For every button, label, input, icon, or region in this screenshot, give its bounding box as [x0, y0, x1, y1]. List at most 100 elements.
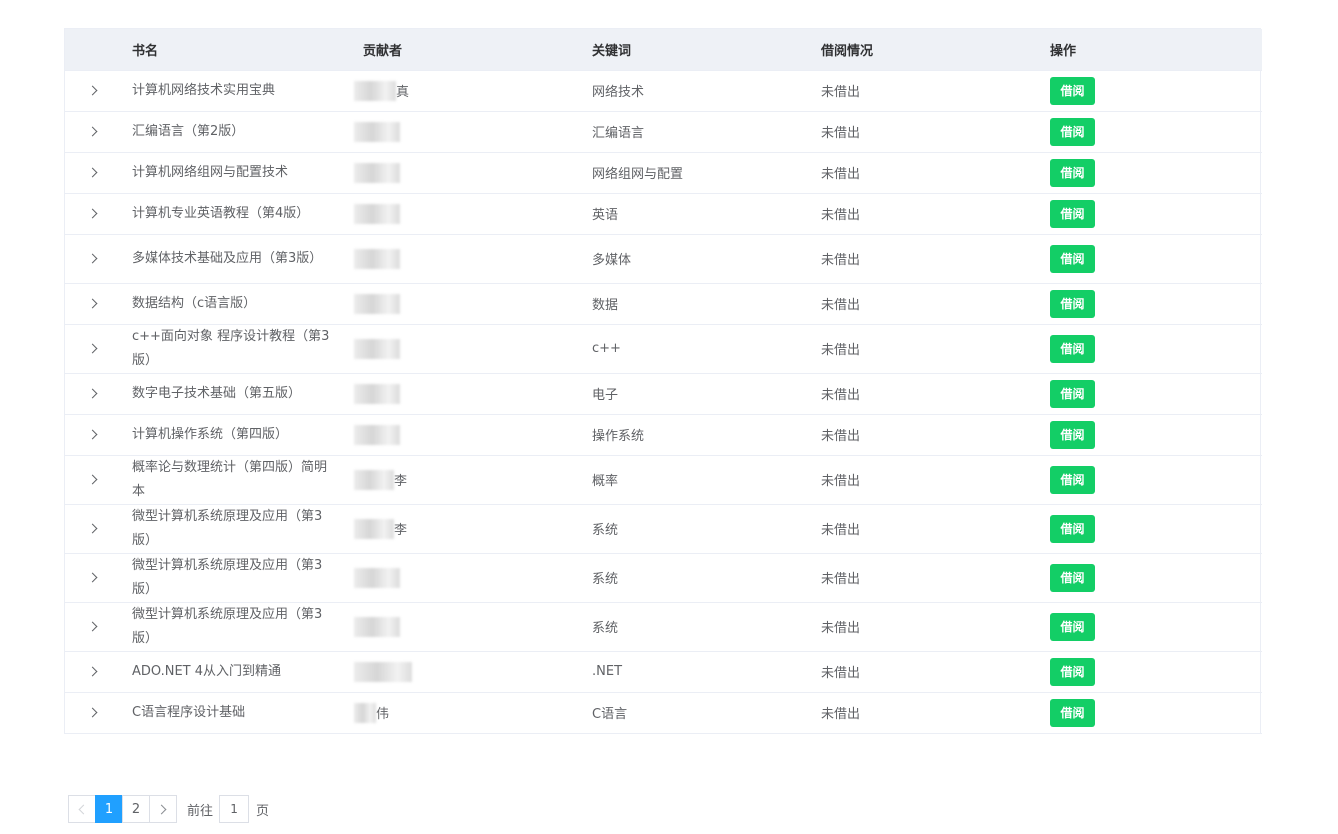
borrow-button[interactable]: 借阅 — [1050, 334, 1095, 363]
expand-column-header — [65, 29, 132, 71]
expand-toggle[interactable] — [65, 298, 132, 309]
contributor-redacted: 李 — [354, 469, 592, 490]
chevron-right-icon — [87, 572, 98, 583]
chevron-right-icon — [87, 208, 98, 219]
column-header-contributor: 贡献者 — [363, 29, 592, 71]
keyword-cell: 英语 — [592, 193, 821, 235]
contributor-visible-text: 李 — [394, 523, 408, 538]
contributor-cell — [354, 553, 592, 603]
expand-toggle[interactable] — [65, 429, 132, 440]
action-cell: 借阅 — [1050, 602, 1262, 652]
goto-page-input[interactable]: 1 — [219, 795, 250, 823]
borrow-button[interactable]: 借阅 — [1050, 199, 1095, 228]
redaction-blur — [354, 424, 400, 445]
expand-cell[interactable] — [65, 152, 132, 194]
table-row: ADO.NET 4从入门到精通 .NET 未借出 借阅 — [65, 651, 1262, 693]
expand-toggle[interactable] — [65, 666, 132, 677]
prev-page-button[interactable] — [68, 795, 96, 823]
expand-cell[interactable] — [65, 193, 132, 235]
expand-toggle[interactable] — [65, 126, 132, 137]
contributor-redacted — [354, 567, 592, 588]
keyword-cell: 数据 — [592, 283, 821, 325]
expand-cell[interactable] — [65, 373, 132, 415]
chevron-right-icon — [156, 804, 167, 814]
borrow-button[interactable]: 借阅 — [1050, 612, 1095, 641]
contributor-redacted — [354, 121, 592, 142]
borrow-button[interactable]: 借阅 — [1050, 244, 1095, 273]
contributor-cell — [354, 651, 592, 693]
contributor-redacted — [354, 293, 592, 314]
contributor-redacted: 李 — [354, 518, 592, 539]
keyword-cell: c++ — [592, 324, 821, 374]
table-row: 数据结构（c语言版） 数据 未借出 借阅 — [65, 283, 1262, 325]
keyword-cell: 系统 — [592, 504, 821, 554]
expand-toggle[interactable] — [65, 343, 132, 354]
status-cell: 未借出 — [821, 692, 1050, 734]
borrow-button[interactable]: 借阅 — [1050, 698, 1095, 727]
contributor-cell — [354, 324, 592, 374]
expand-toggle[interactable] — [65, 388, 132, 399]
keyword-cell: 系统 — [592, 602, 821, 652]
column-header-status: 借阅情况 — [821, 29, 1050, 71]
expand-cell[interactable] — [65, 504, 132, 554]
expand-cell[interactable] — [65, 111, 132, 153]
action-cell: 借阅 — [1050, 504, 1262, 554]
expand-toggle[interactable] — [65, 167, 132, 178]
expand-toggle[interactable] — [65, 85, 132, 96]
expand-toggle[interactable] — [65, 208, 132, 219]
expand-cell[interactable] — [65, 553, 132, 603]
expand-cell[interactable] — [65, 651, 132, 693]
borrow-button[interactable]: 借阅 — [1050, 76, 1095, 105]
chevron-right-icon — [87, 298, 98, 309]
expand-cell[interactable] — [65, 602, 132, 652]
expand-cell[interactable] — [65, 283, 132, 325]
redaction-blur — [354, 383, 400, 404]
borrow-button[interactable]: 借阅 — [1050, 158, 1095, 187]
borrow-button[interactable]: 借阅 — [1050, 379, 1095, 408]
expand-cell[interactable] — [65, 692, 132, 734]
expand-cell[interactable] — [65, 324, 132, 374]
expand-toggle[interactable] — [65, 621, 132, 632]
book-name-cell: 微型计算机系统原理及应用（第3版） — [132, 553, 363, 603]
keyword-cell: 多媒体 — [592, 234, 821, 284]
table-row: 微型计算机系统原理及应用（第3版） 系统 未借出 借阅 — [65, 553, 1262, 603]
borrow-button[interactable]: 借阅 — [1050, 420, 1095, 449]
expand-cell[interactable] — [65, 455, 132, 505]
contributor-cell — [354, 283, 592, 325]
expand-toggle[interactable] — [65, 253, 132, 264]
expand-cell[interactable] — [65, 414, 132, 456]
borrow-button[interactable]: 借阅 — [1050, 117, 1095, 146]
page-button-1[interactable]: 1 — [95, 795, 123, 823]
status-cell: 未借出 — [821, 414, 1050, 456]
chevron-right-icon — [87, 126, 98, 137]
table-row: 数字电子技术基础（第五版） 电子 未借出 借阅 — [65, 373, 1262, 415]
borrow-button[interactable]: 借阅 — [1050, 514, 1095, 543]
action-cell: 借阅 — [1050, 152, 1262, 194]
contributor-visible-text: 真 — [396, 85, 410, 100]
status-cell: 未借出 — [821, 193, 1050, 235]
next-page-button[interactable] — [149, 795, 177, 823]
borrow-button[interactable]: 借阅 — [1050, 289, 1095, 318]
expand-cell[interactable] — [65, 70, 132, 112]
page-button-2[interactable]: 2 — [122, 795, 150, 823]
action-cell: 借阅 — [1050, 455, 1262, 505]
book-name-cell: C语言程序设计基础 — [132, 692, 363, 734]
redaction-blur — [354, 661, 412, 682]
chevron-right-icon — [87, 343, 98, 354]
contributor-redacted — [354, 424, 592, 445]
action-cell: 借阅 — [1050, 414, 1262, 456]
borrow-button[interactable]: 借阅 — [1050, 563, 1095, 592]
contributor-cell: 真 — [354, 70, 592, 112]
table-row: 计算机网络组网与配置技术 网络组网与配置 未借出 借阅 — [65, 152, 1262, 194]
goto-label: 前往 — [187, 803, 214, 819]
expand-cell[interactable] — [65, 234, 132, 284]
borrow-button[interactable]: 借阅 — [1050, 657, 1095, 686]
expand-toggle[interactable] — [65, 474, 132, 485]
page-suffix-label: 页 — [256, 803, 270, 819]
contributor-redacted: 真 — [354, 80, 592, 101]
expand-toggle[interactable] — [65, 523, 132, 534]
borrow-button[interactable]: 借阅 — [1050, 465, 1095, 494]
expand-toggle[interactable] — [65, 707, 132, 718]
expand-toggle[interactable] — [65, 572, 132, 583]
book-name-cell: ADO.NET 4从入门到精通 — [132, 651, 363, 693]
